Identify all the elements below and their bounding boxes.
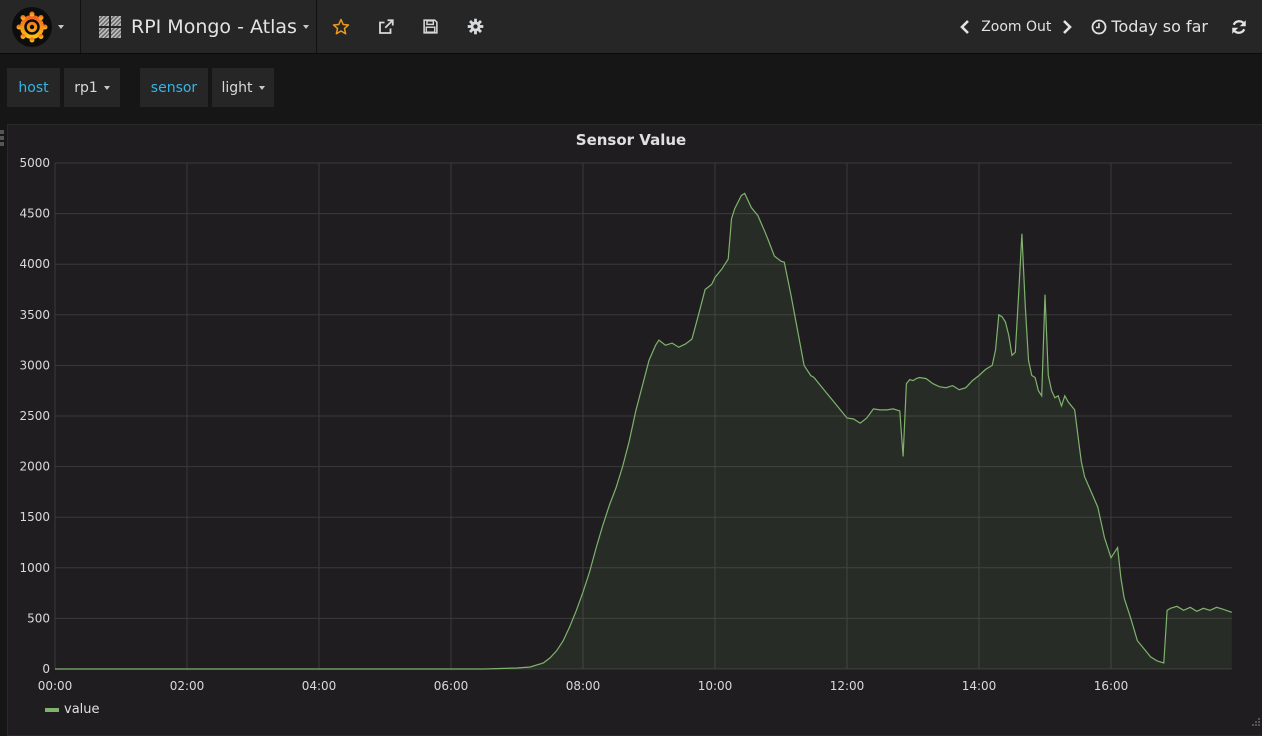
y-tick-label: 1000 [19, 561, 50, 575]
sensor-value-chart[interactable]: 0 500 1000 1500 2000 2500 3000 3500 4000 4500 5000… [0, 0, 1262, 730]
legend-item-value[interactable]: value [45, 702, 100, 717]
y-tick-label: 4000 [19, 257, 50, 271]
y-axis-labels: 0 500 1000 1500 2000 2500 3000 3500 4000 4500 5000 [19, 156, 50, 676]
panel-resize-handle[interactable] [1250, 718, 1260, 728]
y-tick-label: 4500 [19, 207, 50, 221]
x-tick-label: 10:00 [698, 679, 733, 693]
y-tick-label: 2000 [19, 460, 50, 474]
x-tick-label: 14:00 [962, 679, 997, 693]
x-tick-label: 08:00 [566, 679, 601, 693]
x-tick-label: 02:00 [170, 679, 205, 693]
y-tick-label: 1500 [19, 510, 50, 524]
series-area-value [55, 193, 1232, 669]
y-tick-label: 3000 [19, 358, 50, 372]
x-tick-label: 12:00 [830, 679, 865, 693]
y-tick-label: 2500 [19, 409, 50, 423]
x-tick-label: 04:00 [302, 679, 337, 693]
x-axis-labels: 00:00 02:00 04:00 06:00 08:00 10:00 12:00 14:00… [38, 679, 1129, 693]
legend-swatch [45, 708, 59, 712]
x-tick-label: 06:00 [434, 679, 469, 693]
x-tick-label: 00:00 [38, 679, 73, 693]
y-tick-label: 5000 [19, 156, 50, 170]
legend-label: value [64, 702, 100, 717]
y-tick-label: 0 [42, 662, 50, 676]
y-tick-label: 500 [27, 611, 50, 625]
y-tick-label: 3500 [19, 308, 50, 322]
x-tick-label: 16:00 [1094, 679, 1129, 693]
